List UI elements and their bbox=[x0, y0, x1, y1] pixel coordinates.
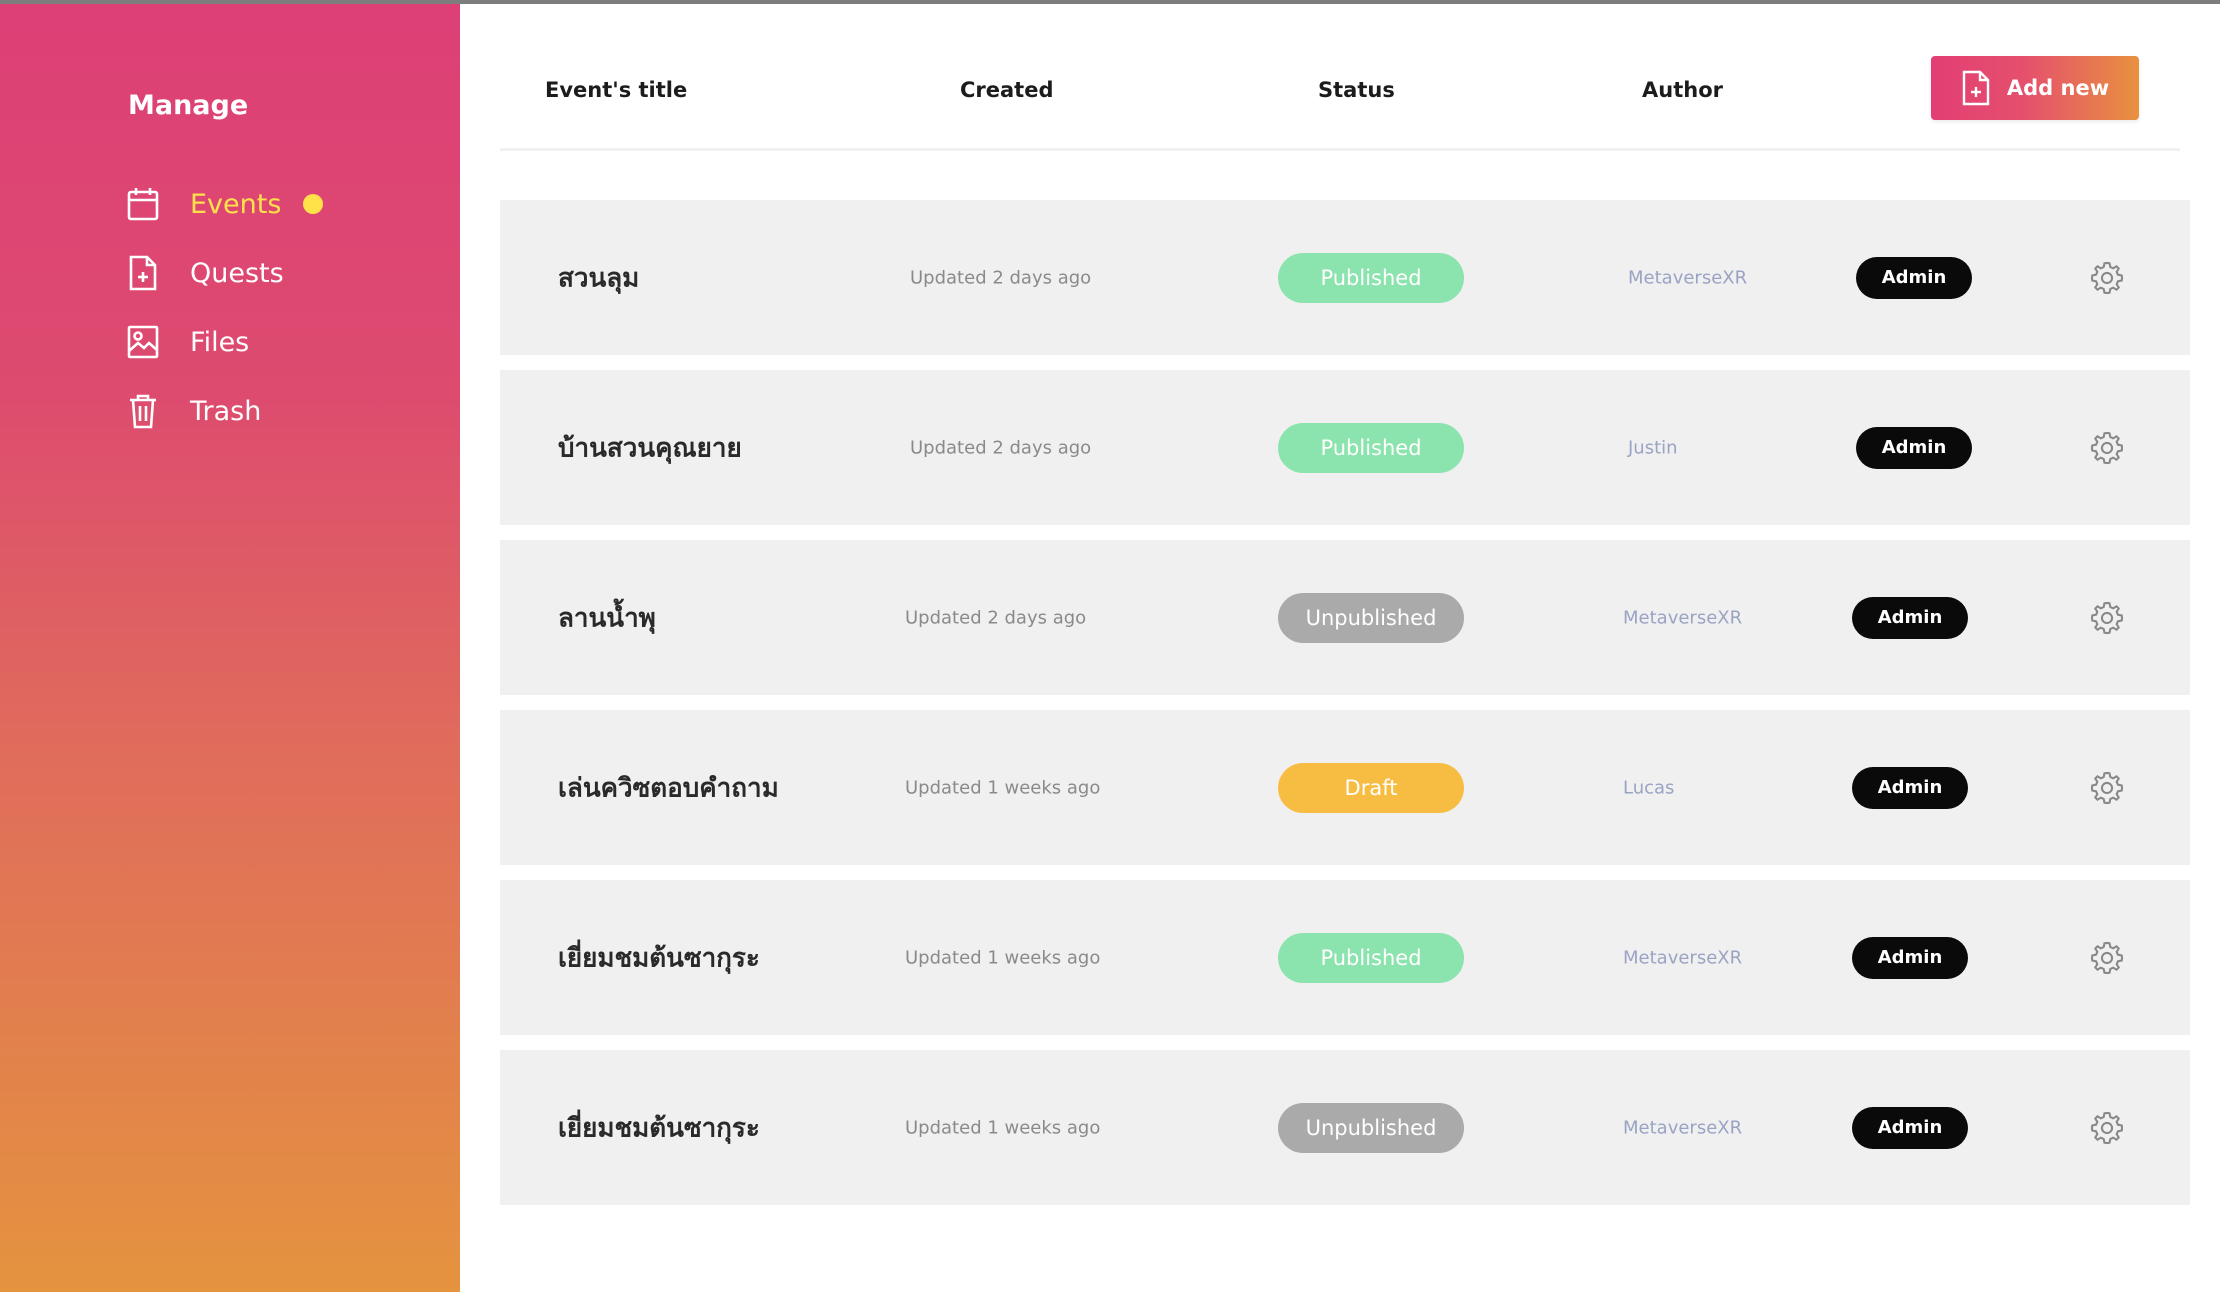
sidebar-title: Manage bbox=[128, 90, 249, 121]
status-badge: Unpublished bbox=[1278, 592, 1464, 643]
event-author[interactable]: MetaverseXR bbox=[1628, 267, 1747, 288]
column-header-status: Status bbox=[1318, 78, 1395, 102]
event-title: สวนลุม bbox=[558, 263, 640, 293]
role-badge: Admin bbox=[1852, 936, 1968, 979]
add-new-label: Add new bbox=[2006, 76, 2110, 100]
event-created: Updated 2 days ago bbox=[910, 267, 1092, 288]
event-title: บ้านสวนคุณยาย bbox=[558, 433, 742, 463]
top-divider bbox=[0, 0, 2220, 4]
table-row[interactable]: บ้านสวนคุณยาย Updated 2 days ago Publish… bbox=[500, 370, 2190, 525]
event-created: Updated 1 weeks ago bbox=[905, 947, 1101, 968]
event-created: Updated 1 weeks ago bbox=[905, 777, 1101, 798]
event-title: เยี่ยมชมต้นซากุระ bbox=[558, 943, 760, 973]
status-badge: Published bbox=[1278, 252, 1464, 303]
table-row[interactable]: เยี่ยมชมต้นซากุระ Updated 1 weeks ago Un… bbox=[500, 1050, 2190, 1205]
document-icon bbox=[126, 254, 160, 292]
gear-icon[interactable] bbox=[2088, 259, 2126, 297]
table-header: Event's title Created Status Author Add … bbox=[500, 56, 2180, 151]
table-row[interactable]: เล่นควิซตอบคำถาม Updated 1 weeks ago Dra… bbox=[500, 710, 2190, 865]
event-created: Updated 2 days ago bbox=[905, 607, 1087, 628]
column-header-title: Event's title bbox=[545, 78, 688, 102]
event-author[interactable]: MetaverseXR bbox=[1623, 607, 1742, 628]
calendar-icon bbox=[126, 185, 160, 223]
column-header-author: Author bbox=[1642, 78, 1723, 102]
status-badge: Draft bbox=[1278, 762, 1464, 813]
gear-icon[interactable] bbox=[2088, 769, 2126, 807]
sidebar-item-label: Quests bbox=[190, 257, 284, 289]
role-badge: Admin bbox=[1856, 256, 1972, 299]
status-badge: Unpublished bbox=[1278, 1102, 1464, 1153]
active-indicator-dot bbox=[303, 194, 324, 214]
sidebar-item-label: Files bbox=[190, 326, 250, 358]
sidebar-item-label: Events bbox=[190, 188, 282, 220]
column-header-created: Created bbox=[960, 78, 1054, 102]
add-new-button[interactable]: Add new bbox=[1931, 56, 2139, 120]
event-title: ลานน้ำพุ bbox=[558, 603, 656, 633]
event-author[interactable]: Justin bbox=[1628, 437, 1678, 458]
event-author[interactable]: MetaverseXR bbox=[1623, 1117, 1742, 1138]
event-title: เยี่ยมชมต้นซากุระ bbox=[558, 1113, 760, 1143]
gear-icon[interactable] bbox=[2088, 429, 2126, 467]
sidebar: Manage Events Quests Files Trash bbox=[0, 0, 460, 1292]
sidebar-item-quests[interactable]: Quests bbox=[126, 251, 284, 295]
image-icon bbox=[126, 323, 160, 361]
event-author[interactable]: MetaverseXR bbox=[1623, 947, 1742, 968]
event-created: Updated 2 days ago bbox=[910, 437, 1092, 458]
role-badge: Admin bbox=[1852, 766, 1968, 809]
event-title: เล่นควิซตอบคำถาม bbox=[558, 773, 779, 803]
role-badge: Admin bbox=[1852, 1106, 1968, 1149]
role-badge: Admin bbox=[1856, 426, 1972, 469]
sidebar-item-label: Trash bbox=[190, 395, 262, 427]
table-row[interactable]: ลานน้ำพุ Updated 2 days ago Unpublished … bbox=[500, 540, 2190, 695]
main-content: Event's title Created Status Author Add … bbox=[460, 0, 2220, 1292]
event-author[interactable]: Lucas bbox=[1623, 777, 1674, 798]
gear-icon[interactable] bbox=[2088, 599, 2126, 637]
status-badge: Published bbox=[1278, 422, 1464, 473]
gear-icon[interactable] bbox=[2088, 939, 2126, 977]
table-row[interactable]: เยี่ยมชมต้นซากุระ Updated 1 weeks ago Pu… bbox=[500, 880, 2190, 1035]
sidebar-item-trash[interactable]: Trash bbox=[126, 389, 261, 433]
add-document-icon bbox=[1961, 70, 1991, 106]
status-badge: Published bbox=[1278, 932, 1464, 983]
event-created: Updated 1 weeks ago bbox=[905, 1117, 1101, 1138]
gear-icon[interactable] bbox=[2088, 1109, 2126, 1147]
trash-icon bbox=[126, 392, 160, 430]
table-row[interactable]: สวนลุม Updated 2 days ago Published Meta… bbox=[500, 200, 2190, 355]
sidebar-item-files[interactable]: Files bbox=[126, 320, 249, 364]
sidebar-item-events[interactable]: Events bbox=[126, 182, 324, 226]
role-badge: Admin bbox=[1852, 596, 1968, 639]
